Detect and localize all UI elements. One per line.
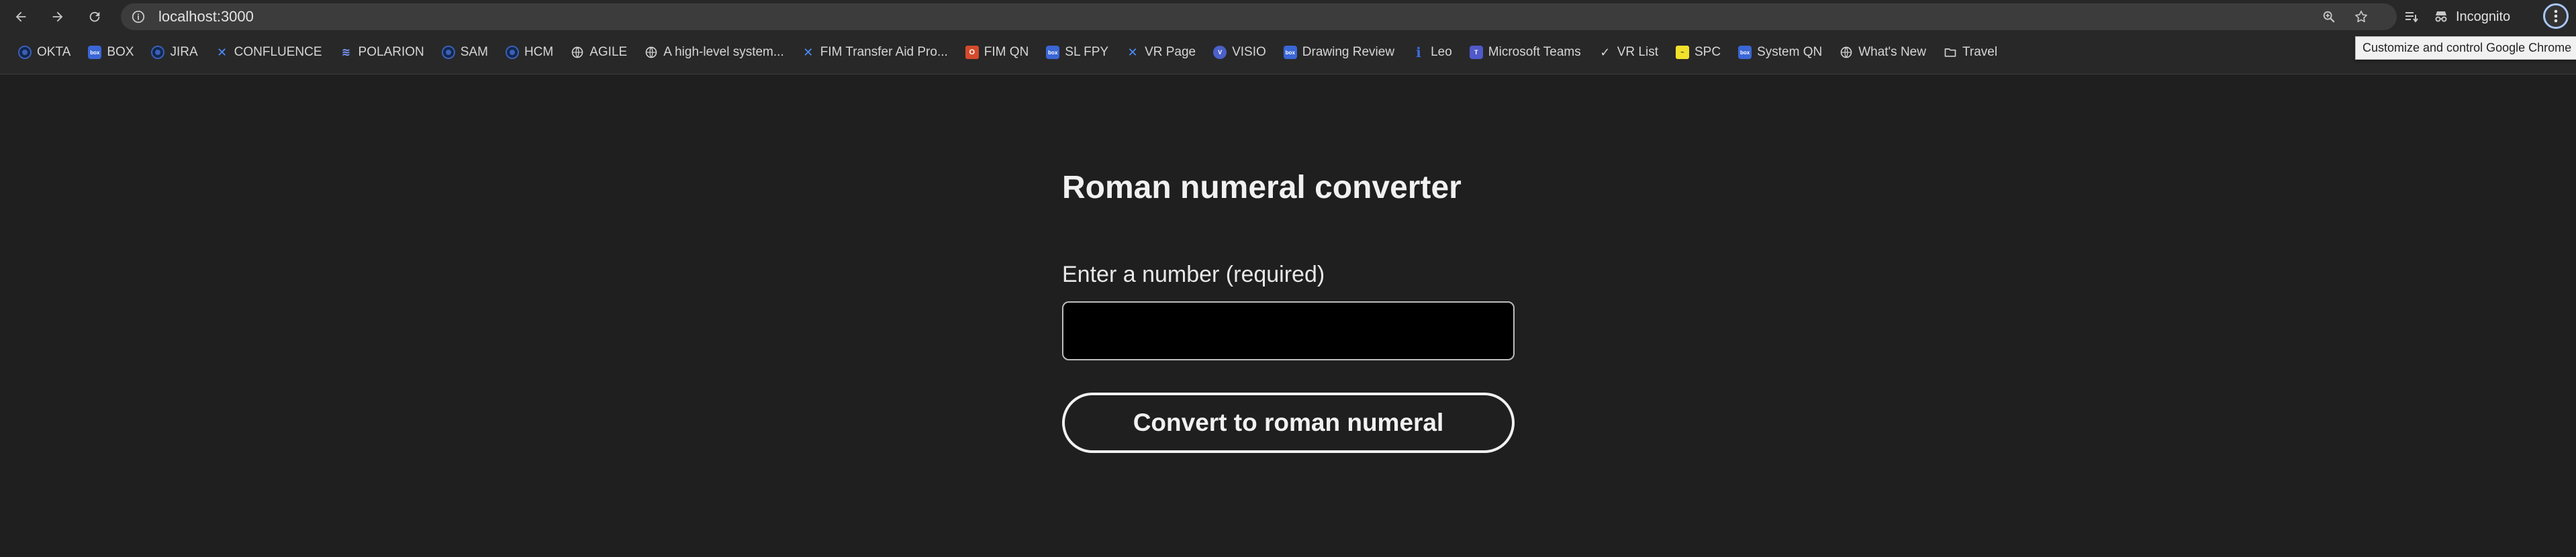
site-info-button[interactable]: [130, 9, 146, 25]
incognito-icon: [2435, 11, 2447, 22]
office-icon: O: [965, 46, 979, 59]
bookmarks-list: OKTA box BOX JIRA ✕ CONFLUENCE ≋ POLARION SAM HCM…: [9, 34, 2006, 71]
confluence-icon: ✕: [803, 45, 814, 59]
incognito-label: Incognito: [2456, 9, 2511, 24]
bookmark-item[interactable]: box Drawing Review: [1275, 39, 1403, 66]
magnifier-zoom-icon: [2323, 11, 2335, 23]
bookmark-item[interactable]: ℹ Leo: [1403, 39, 1461, 66]
forward-button[interactable]: [46, 5, 69, 28]
converter-panel: Roman numeral converter Enter a number (…: [1062, 166, 1516, 453]
arrow-left-icon: [15, 11, 26, 22]
page-title: Roman numeral converter: [1062, 170, 1462, 205]
bookmark-item[interactable]: box SL FPY: [1037, 39, 1117, 66]
incognito-profile[interactable]: Incognito: [2433, 5, 2510, 29]
bookmark-label: What's New: [1858, 45, 1926, 59]
bookmark-label: CONFLUENCE: [234, 45, 322, 59]
menu-tooltip: Customize and control Google Chrome: [2355, 36, 2576, 60]
bookmark-label: Travel: [1962, 45, 1998, 59]
bookmark-item[interactable]: ✕ FIM Transfer Aid Pro...: [793, 39, 957, 66]
bookmark-label: FIM QN: [984, 45, 1029, 59]
chrome-menu-button[interactable]: [2543, 3, 2569, 29]
back-button[interactable]: [9, 5, 32, 28]
bookmark-item[interactable]: ≋ POLARION: [331, 39, 433, 66]
bookmark-label: Leo: [1431, 45, 1452, 59]
star-icon: [2355, 10, 2367, 23]
bookmark-label: HCM: [524, 45, 554, 59]
bookmark-item[interactable]: ✕ CONFLUENCE: [207, 39, 331, 66]
bookmark-item[interactable]: T Microsoft Teams: [1461, 39, 1590, 66]
bookmark-label: VISIO: [1232, 45, 1266, 59]
box-icon: box: [88, 46, 102, 59]
browser-toolbar: localhost:3000 Incognito: [0, 0, 2576, 34]
bookmark-label: OKTA: [37, 45, 71, 59]
address-bar[interactable]: localhost:3000: [121, 3, 2397, 30]
bookmark-star-button[interactable]: [2353, 9, 2369, 25]
visio-icon: V: [1213, 46, 1227, 59]
kebab-menu-icon: [2554, 9, 2558, 23]
bookmark-label: Drawing Review: [1302, 45, 1395, 59]
bookmark-item[interactable]: SAM: [433, 39, 497, 66]
reload-icon: [89, 11, 100, 22]
convert-button[interactable]: Convert to roman numeral: [1062, 393, 1515, 453]
bookmark-label: JIRA: [170, 45, 198, 59]
bookmark-item[interactable]: A high-level system...: [636, 39, 793, 66]
reading-list-button[interactable]: [2403, 8, 2420, 26]
okta-icon: [151, 46, 165, 59]
number-input[interactable]: [1062, 301, 1515, 360]
number-input-label: Enter a number (required): [1062, 262, 1325, 287]
bookmark-item[interactable]: box BOX: [79, 39, 142, 66]
bookmark-item[interactable]: HCM: [497, 39, 562, 66]
bookmark-item[interactable]: AGILE: [562, 39, 636, 66]
box-icon: box: [1738, 46, 1752, 59]
arrow-right-icon: [52, 11, 63, 22]
bookmark-label: FIM Transfer Aid Pro...: [820, 45, 948, 59]
bookmark-item[interactable]: OKTA: [9, 39, 79, 66]
bookmark-item[interactable]: ~ SPC: [1667, 39, 1729, 66]
bookmark-label: A high-level system...: [663, 45, 784, 59]
spc-icon: ~: [1676, 46, 1689, 59]
bookmark-label: VR Page: [1145, 45, 1196, 59]
bookmark-label: BOX: [107, 45, 134, 59]
globe-icon: [571, 46, 584, 59]
okta-icon: [441, 46, 455, 59]
bookmark-label: SAM: [460, 45, 488, 59]
bookmark-item[interactable]: Travel: [1935, 39, 2006, 66]
bookmark-item[interactable]: O FIM QN: [957, 39, 1038, 66]
bookmark-label: Microsoft Teams: [1488, 45, 1581, 59]
globe-icon: [645, 46, 658, 59]
box-icon: box: [1283, 46, 1297, 59]
reload-button[interactable]: [83, 5, 106, 28]
okta-icon: [18, 46, 32, 59]
reading-list-icon: [2405, 12, 2418, 23]
bookmarks-bar: OKTA box BOX JIRA ✕ CONFLUENCE ≋ POLARION SAM HCM…: [0, 34, 2576, 74]
globe-icon: [1840, 46, 1853, 59]
bookmark-label: SPC: [1695, 45, 1721, 59]
info-circle-icon: [132, 10, 145, 23]
okta-icon: [505, 46, 519, 59]
confluence-icon: ✕: [217, 45, 228, 59]
polarion-icon: ≋: [341, 47, 351, 58]
bookmark-label: SL FPY: [1065, 45, 1109, 59]
bookmark-item[interactable]: box System QN: [1729, 39, 1831, 66]
confluence-icon: ✕: [1127, 45, 1138, 59]
url-text[interactable]: localhost:3000: [158, 3, 254, 30]
zoom-button[interactable]: [2321, 9, 2337, 25]
check-icon: ✓: [1600, 45, 1611, 59]
bookmark-item[interactable]: V VISIO: [1204, 39, 1275, 66]
leo-icon: ℹ: [1416, 45, 1421, 60]
bookmark-label: System QN: [1757, 45, 1823, 59]
bookmark-item[interactable]: ✓ VR List: [1590, 39, 1667, 66]
bookmark-item[interactable]: ✕ VR Page: [1117, 39, 1204, 66]
box-icon: box: [1046, 46, 1060, 59]
bookmark-label: POLARION: [358, 45, 424, 59]
bookmark-label: AGILE: [589, 45, 628, 59]
bookmark-item[interactable]: JIRA: [142, 39, 206, 66]
teams-icon: T: [1469, 46, 1483, 59]
bookmark-item[interactable]: What's New: [1831, 39, 1935, 66]
folder-icon: [1944, 46, 1957, 59]
bookmark-label: VR List: [1617, 45, 1658, 59]
